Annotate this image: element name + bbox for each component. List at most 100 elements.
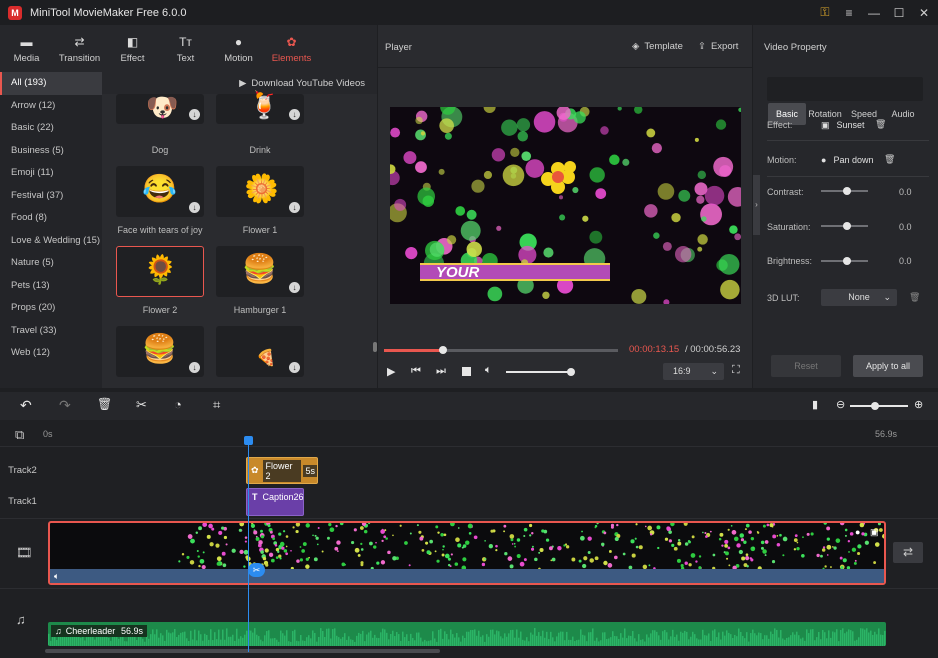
saturation-knob[interactable] <box>843 222 851 230</box>
volume-slider[interactable] <box>506 371 572 373</box>
aspect-ratio-select[interactable]: 16:9 ⌄ <box>663 363 724 380</box>
category-travel[interactable]: Travel (33) <box>0 320 102 343</box>
grid-scrollbar[interactable] <box>373 342 377 352</box>
timeline-scrollbar[interactable] <box>45 649 440 653</box>
download-icon[interactable]: ↓ <box>189 362 200 373</box>
trash-icon[interactable]: 🗑︎ <box>909 292 920 303</box>
element-tile-hamburger-1[interactable]: 🍔 ↓ <box>216 246 304 297</box>
volume-icon[interactable]: 🔈︎ <box>485 364 492 377</box>
element-tile-flower-1[interactable]: 🌼 ↓ <box>216 166 304 217</box>
fit-timeline-icon[interactable]: ▮ <box>812 398 818 411</box>
category-web[interactable]: Web (12) <box>0 342 102 365</box>
thumbnail-dot <box>399 524 402 527</box>
caption-clip[interactable]: T Caption26 <box>246 488 304 516</box>
tab-audio[interactable]: Audio <box>884 103 922 125</box>
contrast-knob[interactable] <box>843 187 851 195</box>
category-food[interactable]: Food (8) <box>0 207 102 230</box>
thumbnail-dot <box>882 533 884 539</box>
apply-to-all-button[interactable]: Apply to all <box>853 355 923 377</box>
category-props[interactable]: Props (20) <box>0 297 102 320</box>
tab-text[interactable]: Tт Text <box>159 25 212 72</box>
tab-transition[interactable]: ⇄ Transition <box>53 25 106 72</box>
playhead-handle[interactable] <box>244 436 253 445</box>
fullscreen-icon[interactable]: ⛶ <box>732 364 740 377</box>
playback-progress-knob[interactable] <box>438 346 447 354</box>
zoom-slider[interactable] <box>850 405 908 407</box>
play-button[interactable]: ▶ <box>387 365 395 378</box>
category-all[interactable]: All (193) <box>0 72 102 95</box>
download-icon[interactable]: ↓ <box>189 109 200 120</box>
thumbnail-dot <box>596 523 599 525</box>
element-tile-hamburger-2[interactable]: 🍔 ↓ <box>116 326 204 377</box>
thumbnail-dot <box>392 556 397 561</box>
next-frame-button[interactable]: ⏭ <box>436 365 446 378</box>
video-clip[interactable]: 🔈︎ ● ▣ <box>48 521 886 585</box>
download-youtube-link[interactable]: ▶ Download YouTube Videos <box>102 72 377 94</box>
brightness-knob[interactable] <box>843 257 851 265</box>
category-love-wedding[interactable]: Love & Wedding (15) <box>0 230 102 253</box>
add-track-icon[interactable]: ⧉ <box>15 427 24 443</box>
element-tile-pizza[interactable]: 🍕 ↓ <box>216 326 304 377</box>
playhead-line[interactable] <box>248 442 249 652</box>
thumbnail-dot <box>622 552 626 556</box>
waveform-bar <box>834 632 836 646</box>
redo-icon[interactable]: ↷ <box>59 397 71 414</box>
download-icon[interactable]: ↓ <box>289 282 300 293</box>
waveform-bar <box>832 631 834 646</box>
motion-value[interactable]: ● Pan down <box>821 155 873 165</box>
split-marker-icon[interactable]: ✂ <box>248 563 265 577</box>
element-tile-face-tears-joy[interactable]: 😂 ↓ <box>116 166 204 217</box>
download-icon[interactable]: ↓ <box>289 109 300 120</box>
category-festival[interactable]: Festival (37) <box>0 185 102 208</box>
swap-transition-button[interactable]: ⇄ <box>893 542 923 563</box>
category-business[interactable]: Business (5) <box>0 140 102 163</box>
tab-elements[interactable]: ✿ Elements <box>265 25 318 72</box>
stop-button[interactable] <box>462 367 471 376</box>
category-pets[interactable]: Pets (13) <box>0 275 102 298</box>
key-icon[interactable]: ⚿ <box>812 0 838 25</box>
waveform-bar <box>652 630 654 646</box>
download-icon[interactable]: ↓ <box>289 362 300 373</box>
trash-icon[interactable]: 🗑︎ <box>875 119 886 130</box>
category-arrow[interactable]: Arrow (12) <box>0 95 102 118</box>
export-button[interactable]: ⇪ Export <box>698 41 738 52</box>
audio-clip[interactable]: ♫ Cheerleader 56.9s <box>48 622 886 646</box>
tab-motion[interactable]: ● Motion <box>212 25 265 72</box>
speed-icon[interactable]: ◔ <box>174 397 182 412</box>
zoom-in-icon[interactable]: ⊕ <box>914 398 923 411</box>
close-button[interactable]: ✕ <box>911 0 937 25</box>
download-icon[interactable]: ↓ <box>289 202 300 213</box>
trash-icon[interactable]: 🗑︎ <box>884 154 895 165</box>
waveform-bar <box>206 634 208 646</box>
tab-effect[interactable]: ◧ Effect <box>106 25 159 72</box>
template-button[interactable]: ◈ Template <box>632 41 683 52</box>
volume-knob[interactable] <box>566 368 575 376</box>
category-emoji[interactable]: Emoji (11) <box>0 162 102 185</box>
undo-icon[interactable]: ↶ <box>20 397 32 414</box>
split-icon[interactable]: ✂ <box>136 397 147 413</box>
element-tile-flower-2[interactable]: 🌻 <box>116 246 204 297</box>
lut-select[interactable]: None ⌄ <box>821 289 897 306</box>
reset-button[interactable]: Reset <box>771 355 841 377</box>
previous-frame-button[interactable]: ⏮ <box>411 365 421 378</box>
category-nature[interactable]: Nature (5) <box>0 252 102 275</box>
element-tile-drink[interactable]: 🍹 ↓ <box>216 90 304 124</box>
category-basic[interactable]: Basic (22) <box>0 117 102 140</box>
playback-progress-track[interactable] <box>384 349 618 352</box>
element-tile-dog[interactable]: 🐶 ↓ <box>116 92 204 124</box>
effect-value[interactable]: ▣ Sunset <box>821 120 865 131</box>
delete-icon[interactable]: 🗑︎ <box>97 397 112 411</box>
minimize-button[interactable]: — <box>861 0 887 25</box>
zoom-out-icon[interactable]: ⊖ <box>836 398 845 411</box>
thumbnail-dot <box>690 553 696 558</box>
clip-volume-icon[interactable]: 🔈︎ <box>54 571 59 582</box>
zoom-knob[interactable] <box>871 402 879 410</box>
crop-icon[interactable]: ⌗ <box>213 397 220 413</box>
maximize-button[interactable]: ☐ <box>886 0 912 25</box>
tab-media[interactable]: ▬ Media <box>0 25 53 72</box>
download-icon[interactable]: ↓ <box>189 202 200 213</box>
menu-icon[interactable]: ≡ <box>836 0 862 25</box>
thumbnail-dot <box>727 546 731 550</box>
flower-element-clip[interactable]: ✿ Flower 2 5s <box>246 457 318 484</box>
collapse-panel-handle[interactable]: › <box>753 175 760 235</box>
